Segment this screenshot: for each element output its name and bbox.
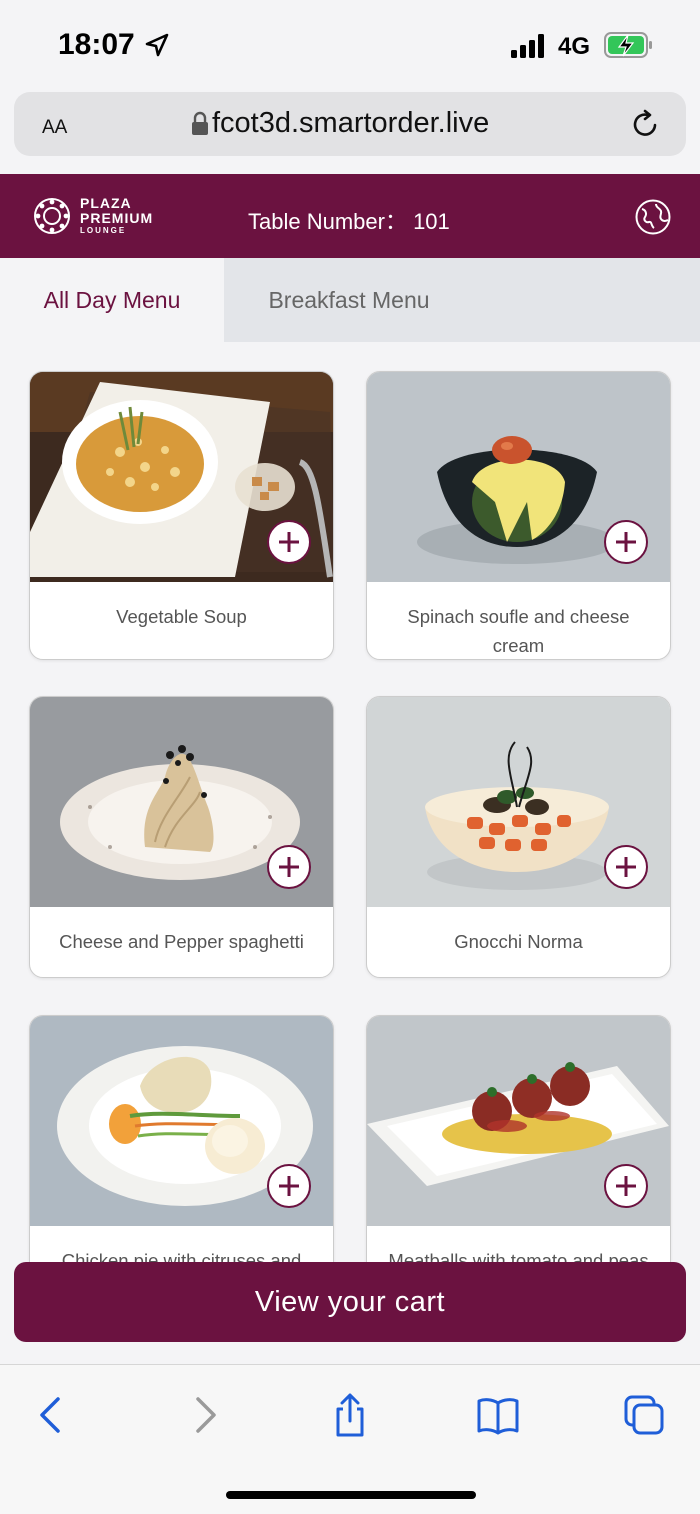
add-item-button[interactable] [604, 1164, 648, 1208]
brand-line-2: PREMIUM [80, 210, 154, 226]
menu-item-name: Vegetable Soup [116, 606, 247, 627]
tabs-icon[interactable] [622, 1393, 666, 1437]
menu-item-image [30, 1016, 333, 1226]
view-cart-button[interactable]: View your cart [14, 1262, 686, 1342]
bookmarks-icon[interactable] [476, 1393, 520, 1437]
network-label: 4G [558, 33, 591, 60]
add-item-button[interactable] [267, 845, 311, 889]
signal-bars-icon [511, 34, 544, 58]
menu-item-name: Cheese and Pepper spaghetti [59, 931, 304, 952]
home-indicator [226, 1491, 476, 1499]
battery-charging-icon [604, 32, 652, 58]
text-size-label: AA [42, 117, 68, 138]
menu-item-card[interactable]: Cheese and Pepper spaghetti [29, 696, 334, 978]
reload-icon[interactable] [630, 108, 662, 140]
menu-tabs: All Day Menu Breakfast Menu [0, 258, 700, 342]
menu-item-name: Spinach soufle and cheese cream [407, 606, 630, 656]
url-bar[interactable]: AA fcot3d.smartorder.live [14, 92, 686, 156]
location-arrow-icon [145, 33, 169, 57]
menu-item-card[interactable]: Spinach soufle and cheese cream [366, 371, 671, 660]
menu-item-card[interactable]: Vegetable Soup [29, 371, 334, 660]
tab-breakfast-menu[interactable]: Breakfast Menu [224, 258, 474, 342]
table-number: Table Number： 101 [248, 209, 450, 234]
menu-item-image [367, 372, 670, 582]
globe-icon[interactable] [634, 198, 672, 236]
menu-item-card[interactable]: Chicken pie with citruses and [29, 1015, 334, 1297]
lock-icon [192, 111, 208, 135]
browser-toolbar [0, 1364, 700, 1514]
menu-item-card[interactable]: Meatballs with tomato and peas [366, 1015, 671, 1297]
menu-item-image [30, 697, 333, 907]
add-item-button[interactable] [267, 1164, 311, 1208]
brand-line-3: LOUNGE [80, 226, 127, 235]
brand-line-1: PLAZA [80, 195, 132, 211]
app-header: PLAZA PREMIUM LOUNGE Table Number： 101 [0, 174, 700, 258]
url-text: fcot3d.smartorder.live [212, 107, 490, 139]
menu-item-name: Gnocchi Norma [454, 931, 583, 952]
menu-item-image [367, 697, 670, 907]
status-time: 18:07 [58, 28, 135, 61]
menu-item-image [367, 1016, 670, 1226]
add-item-button[interactable] [604, 845, 648, 889]
tab-all-day-menu[interactable]: All Day Menu [0, 258, 224, 342]
share-icon[interactable] [328, 1393, 372, 1437]
brand-wordmark: PLAZA PREMIUM LOUNGE [80, 196, 153, 236]
back-icon[interactable] [30, 1393, 74, 1437]
menu-item-image [30, 372, 333, 582]
text-size-button[interactable]: AA [42, 109, 67, 140]
forward-icon[interactable] [182, 1393, 226, 1437]
menu-item-card[interactable]: Gnocchi Norma [366, 696, 671, 978]
plaza-premium-logo-icon [34, 198, 70, 234]
add-item-button[interactable] [604, 520, 648, 564]
status-bar: 18:07 4G [0, 0, 700, 90]
add-item-button[interactable] [267, 520, 311, 564]
